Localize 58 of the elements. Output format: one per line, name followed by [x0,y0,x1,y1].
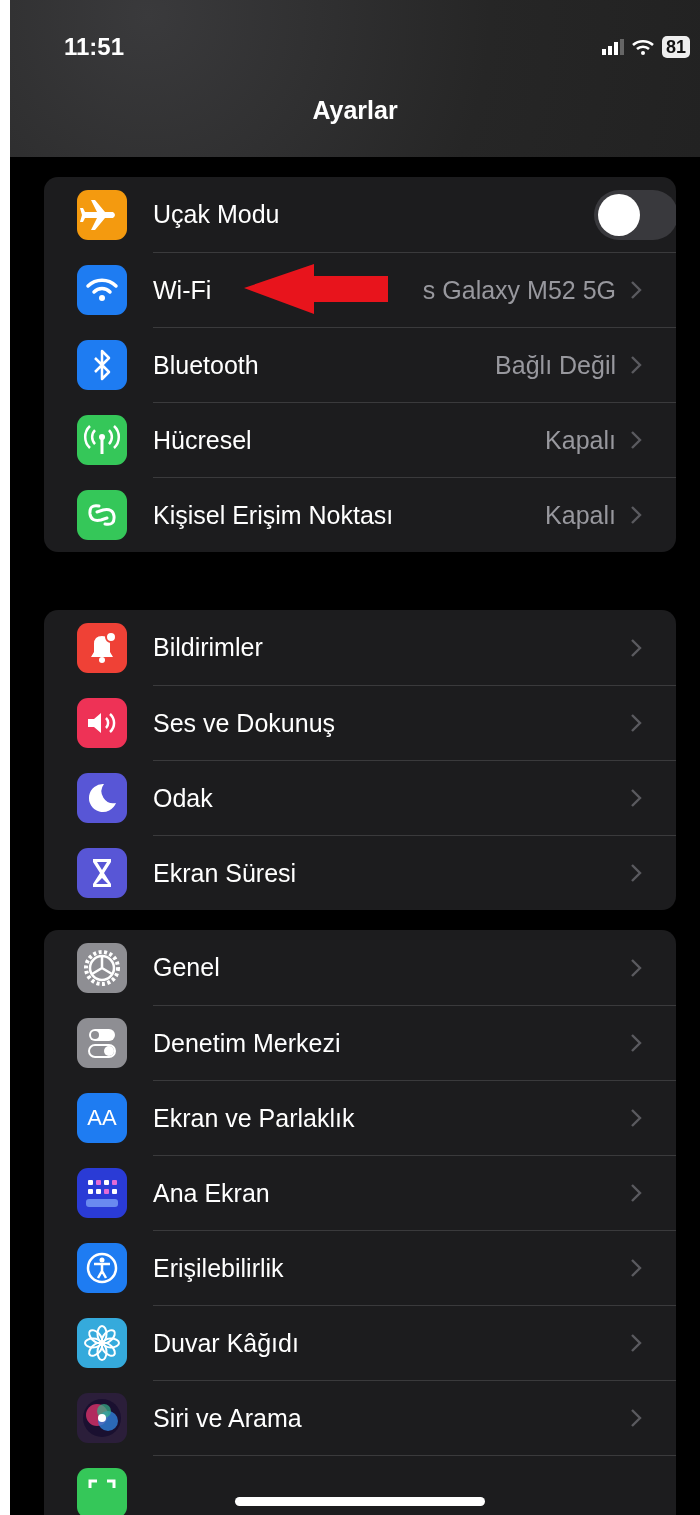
row-value: Bağlı Değil [495,350,616,380]
chevron-icon [630,280,642,300]
settings-row[interactable]: Odak [44,760,676,835]
status-time: 11:51 [64,33,125,61]
row-label: Bildirimler [153,633,263,662]
row-label: Duvar Kâğıdı [153,1328,299,1358]
row-label: Uçak Modu [153,200,280,229]
screen-title: Ayarlar [311,96,399,125]
chevron-icon [630,1183,642,1203]
chevron-icon [630,713,642,733]
chevron-icon [630,863,642,883]
row-label: Erişilebilirlik [153,1253,284,1283]
row-label: Ses ve Dokunuş [153,708,336,738]
row-label: Ana Ekran [153,1178,270,1208]
row-label: Ekran Süresi [153,858,297,888]
row-label: Siri ve Arama [153,1403,302,1433]
settings-row[interactable]: Denetim Merkezi [44,1005,676,1080]
settings-row[interactable]: Hücresel Kapalı [44,402,676,477]
settings-row[interactable]: Duvar Kâğıdı [44,1305,676,1380]
chevron-icon [630,1258,642,1278]
signal-icon [601,39,624,55]
settings-row[interactable]: Ana Ekran [44,1155,676,1230]
settings-row[interactable]: Uçak Modu [44,177,676,252]
chevron-icon [630,1108,642,1128]
row-value: s Galaxy M52 5G [422,275,616,305]
row-label: Kişisel Erişim Noktası [153,500,394,530]
settings-row[interactable]: Bluetooth Bağlı Değil [44,327,676,402]
row-value: Kapalı [545,500,616,530]
chevron-icon [630,1033,642,1053]
chevron-icon [630,1333,642,1353]
chevron-icon [630,505,642,525]
chevron-icon [630,788,642,808]
row-label: Genel [153,953,220,982]
row-label: Bluetooth [153,350,259,380]
battery-level: 81 [665,36,686,58]
settings-row[interactable]: Erişilebilirlik [44,1230,676,1305]
settings-row[interactable]: Siri ve Arama [44,1380,676,1455]
settings-row[interactable]: Wi-Fi s Galaxy M52 5G [44,252,676,327]
row-label: Ekran ve Parlaklık [153,1103,355,1133]
row-value: Kapalı [545,425,616,455]
chevron-icon [630,430,642,450]
settings-row[interactable]: AA Ekran ve Parlaklık [44,1080,676,1155]
settings-row[interactable]: Genel [44,930,676,1005]
row-label: Odak [153,783,213,813]
settings-row[interactable]: Kişisel Erişim Noktası Kapalı [44,477,676,552]
chevron-icon [630,355,642,375]
wifi-icon [631,39,654,55]
settings-row[interactable]: Ekran Süresi [44,835,676,910]
settings-row[interactable]: Ses ve Dokunuş [44,685,676,760]
row-label: Denetim Merkezi [153,1028,341,1058]
row-label: Hücresel [153,425,252,455]
chevron-icon [630,1408,642,1428]
toggle-switch[interactable] [594,189,676,240]
settings-row[interactable]: Bildirimler [44,610,676,685]
chevron-icon [630,637,642,658]
row-label: Wi-Fi [153,275,212,305]
chevron-icon [630,957,642,978]
text-size-icon: AA [77,1092,127,1143]
